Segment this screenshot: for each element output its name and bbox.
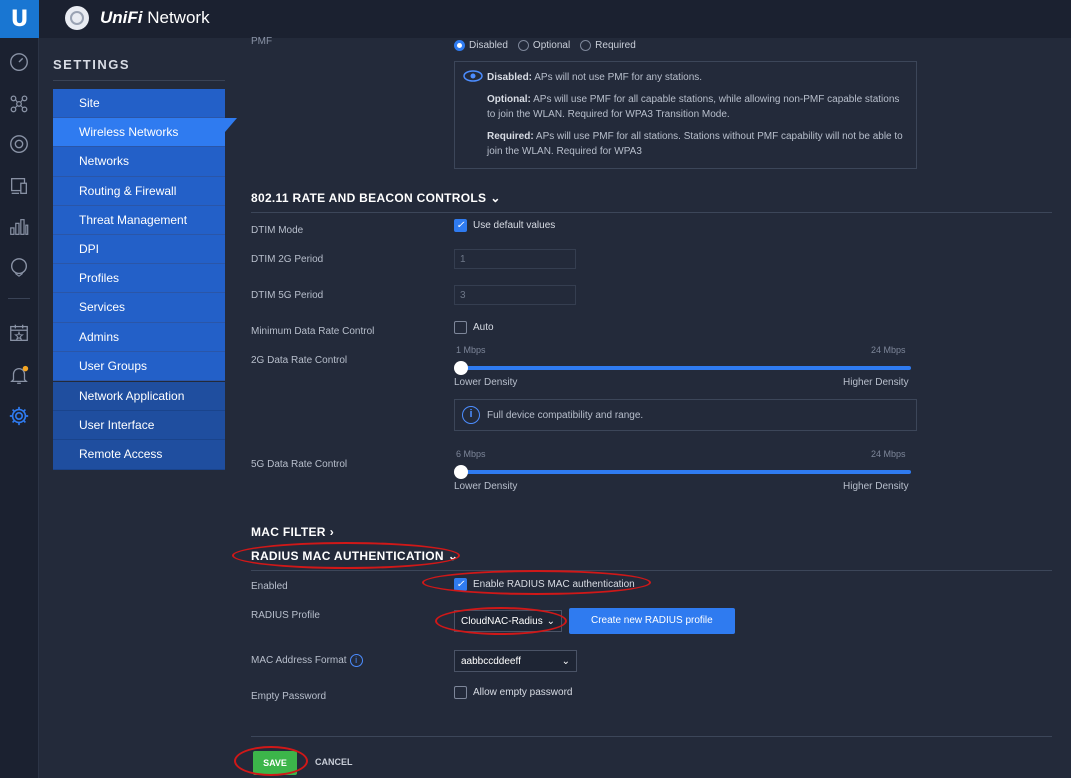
rate-2g-lower-density: Lower Density: [454, 377, 518, 388]
compat-info-box: i Full device compatibility and range.: [454, 399, 917, 431]
radius-enabled-label: Enabled: [251, 581, 288, 592]
top-bar: U UniFi Network: [0, 0, 1071, 38]
menu-item-services[interactable]: Services: [53, 293, 225, 323]
info-icon: i: [462, 406, 480, 424]
devices-icon[interactable]: [7, 132, 31, 156]
insights-icon[interactable]: [7, 255, 31, 279]
menu-item-admins[interactable]: Admins: [53, 322, 225, 352]
rate-2g-max: 24 Mbps: [871, 345, 906, 355]
dtim-2g-input[interactable]: 1: [454, 249, 576, 269]
rate-5g-lower-density: Lower Density: [454, 481, 518, 492]
dtim-mode-label: DTIM Mode: [251, 225, 304, 236]
rate-5g-label: 5G Data Rate Control: [251, 459, 348, 470]
settings-icon[interactable]: [7, 404, 31, 428]
dashboard-icon[interactable]: [7, 50, 31, 74]
pmf-info-box: Disabled: APs will not use PMF for any s…: [454, 61, 917, 169]
menu-item-user-groups[interactable]: User Groups: [53, 351, 225, 381]
topology-icon[interactable]: [7, 91, 31, 115]
annotation-circle: [234, 746, 308, 776]
menu-item-site[interactable]: Site: [53, 89, 225, 119]
section-divider: [251, 570, 1052, 571]
menu-item-routing-firewall[interactable]: Routing & Firewall: [53, 176, 225, 206]
statistics-icon[interactable]: [7, 215, 31, 239]
mac-filter-section-header[interactable]: MAC FILTER ›: [251, 525, 334, 539]
help-info-icon[interactable]: i: [349, 654, 363, 667]
settings-title: SETTINGS: [53, 57, 131, 72]
dtim-5g-label: DTIM 5G Period: [251, 290, 324, 301]
dtim-default-checkbox[interactable]: Use default values: [454, 219, 555, 232]
annotation-circle: [422, 570, 651, 595]
section-divider: [251, 212, 1052, 213]
rate-beacon-section-header[interactable]: 802.11 RATE AND BEACON CONTROLS ⌄: [251, 191, 501, 205]
pmf-label: PMF: [251, 36, 273, 47]
pmf-radio-group: Disabled Optional Required: [454, 40, 636, 51]
rate-2g-label: 2G Data Rate Control: [251, 355, 348, 366]
rate-2g-slider-handle[interactable]: [454, 361, 468, 375]
chevron-down-icon: ⌄: [561, 655, 570, 667]
pmf-radio-required[interactable]: Required: [580, 40, 636, 51]
pmf-radio-optional[interactable]: Optional: [517, 40, 570, 51]
nav-divider: [8, 298, 30, 299]
rate-2g-higher-density: Higher Density: [843, 377, 909, 388]
annotation-circle: [232, 542, 460, 569]
dtim-2g-label: DTIM 2G Period: [251, 254, 324, 265]
chevron-right-icon: ›: [329, 525, 335, 539]
events-icon[interactable]: [7, 321, 31, 345]
cancel-button[interactable]: CANCEL: [315, 757, 353, 767]
min-rate-label: Minimum Data Rate Control: [251, 326, 375, 337]
unifi-logo-icon[interactable]: U: [0, 0, 39, 38]
empty-password-label: Empty Password: [251, 691, 327, 702]
app-title: UniFi Network: [100, 8, 210, 27]
menu-item-user-interface[interactable]: User Interface: [53, 411, 225, 441]
icon-nav: [0, 38, 39, 778]
allow-empty-password-checkbox[interactable]: Allow empty password: [454, 686, 572, 699]
rate-5g-slider-track[interactable]: [460, 470, 911, 474]
eye-icon: [463, 70, 483, 82]
rate-5g-higher-density: Higher Density: [843, 481, 909, 492]
rate-2g-slider-track[interactable]: [460, 366, 911, 370]
menu-item-dpi[interactable]: DPI: [53, 234, 225, 265]
settings-divider: [53, 80, 225, 81]
main-content: PMF Disabled Optional Required Disabled:…: [232, 36, 1071, 778]
menu-item-remote-access[interactable]: Remote Access: [53, 440, 225, 470]
create-radius-profile-button[interactable]: Create new RADIUS profile: [569, 608, 735, 634]
mac-format-select[interactable]: aabbccddeeff ⌄: [454, 650, 577, 672]
rate-2g-min: 1 Mbps: [456, 345, 486, 355]
pmf-info-optional: Optional: APs will use PMF for all capab…: [487, 94, 900, 120]
rate-5g-max: 24 Mbps: [871, 449, 906, 459]
menu-item-network-application[interactable]: Network Application: [53, 382, 225, 412]
dtim-5g-input[interactable]: 3: [454, 285, 576, 305]
min-rate-auto-checkbox[interactable]: Auto: [454, 321, 494, 334]
rate-5g-slider-handle[interactable]: [454, 465, 468, 479]
chevron-down-icon: ⌄: [490, 191, 501, 205]
alerts-icon[interactable]: [7, 363, 31, 387]
menu-item-threat-management[interactable]: Threat Management: [53, 205, 225, 235]
menu-item-networks[interactable]: Networks: [53, 147, 225, 177]
pmf-info-required: Required: APs will use PMF for all stati…: [487, 131, 903, 157]
menu-item-profiles[interactable]: Profiles: [53, 264, 225, 294]
radius-profile-label: RADIUS Profile: [251, 610, 320, 621]
pmf-info-disabled: Disabled: APs will not use PMF for any s…: [487, 72, 703, 83]
settings-menu-secondary: Network Application User Interface Remot…: [53, 382, 225, 470]
clients-icon[interactable]: [7, 174, 31, 198]
settings-menu: Site Wireless Networks Networks Routing …: [53, 89, 237, 381]
app-badge-icon: [65, 6, 89, 30]
pmf-radio-disabled[interactable]: Disabled: [454, 40, 508, 51]
annotation-circle: [435, 607, 567, 635]
menu-item-wireless-networks[interactable]: Wireless Networks: [53, 118, 237, 148]
rate-5g-min: 6 Mbps: [456, 449, 486, 459]
footer-divider: [251, 736, 1052, 737]
mac-format-label: MAC Address Format i: [251, 654, 363, 667]
